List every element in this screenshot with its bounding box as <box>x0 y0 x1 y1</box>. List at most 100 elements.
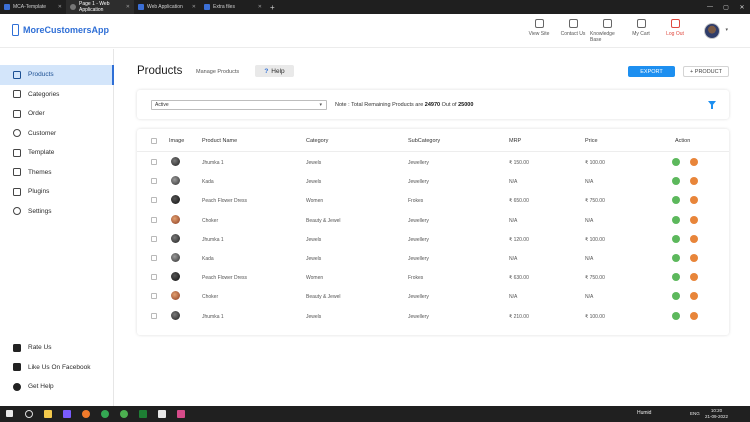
notepad-icon[interactable] <box>158 410 166 418</box>
close-icon[interactable]: ✕ <box>192 4 196 10</box>
row-checkbox[interactable] <box>151 216 157 223</box>
close-icon[interactable]: ✕ <box>58 4 62 10</box>
excel-icon[interactable] <box>139 410 147 418</box>
select-all-checkbox[interactable] <box>151 138 157 144</box>
avatar[interactable] <box>704 23 720 39</box>
view-icon[interactable] <box>672 158 680 166</box>
delete-icon[interactable] <box>690 292 698 301</box>
export-button[interactable]: EXPORT <box>628 66 675 77</box>
app-icon[interactable] <box>63 410 71 418</box>
table-row[interactable]: Jhumka 1 Jewels Jewellery ₹ 120.00 ₹ 100.00 <box>137 230 729 249</box>
delete-icon[interactable] <box>690 234 698 243</box>
close-icon[interactable]: ✕ <box>126 4 130 10</box>
browser-tab[interactable]: MCA-Template ✕ <box>0 0 66 14</box>
file-explorer-icon[interactable] <box>44 410 52 418</box>
row-checkbox[interactable] <box>151 197 157 204</box>
column-header: Image <box>169 138 185 144</box>
table-row[interactable]: Choker Beauty & Jewel Jewellery N/A N/A <box>137 287 729 306</box>
row-checkbox[interactable] <box>151 274 157 281</box>
sidebar-item-products[interactable]: Products <box>0 65 114 85</box>
sidebar-item-order[interactable]: Order <box>0 104 114 124</box>
browser-tab-bar: MCA-Template ✕ Page 1 - Web Application ✕ … <box>0 0 750 14</box>
sidebar-item-settings[interactable]: Settings <box>0 202 114 222</box>
help-button[interactable]: ? Help <box>255 65 294 77</box>
view-site-link[interactable]: View Site <box>522 19 556 43</box>
minimize-icon[interactable]: — <box>702 0 718 14</box>
view-icon[interactable] <box>672 196 680 205</box>
sidebar-item-facebook[interactable]: Like Us On Facebook <box>0 358 114 378</box>
figma-icon[interactable] <box>177 410 185 418</box>
app-logo[interactable]: MoreCustomersApp <box>12 24 109 36</box>
knowledge-base-link[interactable]: Knowledge Base <box>590 19 624 43</box>
add-product-button[interactable]: + PRODUCT <box>683 66 729 77</box>
row-checkbox[interactable] <box>151 159 157 165</box>
view-icon[interactable] <box>672 215 680 224</box>
browser-tab-active[interactable]: Page 1 - Web Application ✕ <box>66 0 134 14</box>
delete-icon[interactable] <box>690 177 698 186</box>
status-select[interactable]: Active ▾ <box>151 100 327 110</box>
table-row[interactable]: Choker Beauty & Jewel Jewellery N/A N/A <box>137 211 729 230</box>
close-icon[interactable]: ✕ <box>258 4 262 10</box>
row-checkbox[interactable] <box>151 255 157 261</box>
remaining-products-note: Note : Total Remaining Products are 2497… <box>335 102 473 108</box>
product-subcategory: Jewellery <box>408 160 429 166</box>
delete-icon[interactable] <box>690 311 698 320</box>
app-icon[interactable] <box>120 410 128 418</box>
product-category: Beauty & Jewel <box>306 294 341 301</box>
filter-icon[interactable] <box>708 101 716 109</box>
view-icon[interactable] <box>672 177 680 186</box>
taskbar-clock[interactable]: 10:20 21-09-2022 <box>705 408 728 420</box>
row-checkbox[interactable] <box>151 178 157 185</box>
delete-icon[interactable] <box>690 254 698 262</box>
product-price: ₹ 100.00 <box>585 160 605 166</box>
product-category: Jewels <box>306 236 322 243</box>
my-cart-link[interactable]: My Cart <box>624 19 658 43</box>
view-icon[interactable] <box>672 273 680 282</box>
maximize-icon[interactable]: ▢ <box>718 0 734 14</box>
filter-card: Active ▾ Note : Total Remaining Products… <box>137 90 729 119</box>
row-checkbox[interactable] <box>151 312 157 319</box>
delete-icon[interactable] <box>690 215 698 224</box>
sidebar-item-categories[interactable]: Categories <box>0 85 114 105</box>
sidebar-item-template[interactable]: Template <box>0 143 114 163</box>
column-header: Product Name <box>202 138 238 144</box>
search-icon[interactable] <box>25 410 33 418</box>
sidebar-item-get-help[interactable]: Get Help <box>0 377 114 397</box>
view-icon[interactable] <box>672 292 680 301</box>
new-tab-button[interactable]: + <box>266 3 275 12</box>
delete-icon[interactable] <box>690 158 698 166</box>
sidebar-item-plugins[interactable]: Plugins <box>0 182 114 202</box>
language-indicator[interactable]: ENG <box>690 411 700 416</box>
firefox-icon[interactable] <box>82 410 90 418</box>
view-icon[interactable] <box>672 234 680 243</box>
chevron-down-icon[interactable]: ▾ <box>725 27 728 33</box>
browser-tab[interactable]: Extra files ✕ <box>200 0 266 14</box>
page-subtitle: Manage Products <box>196 69 240 75</box>
row-checkbox[interactable] <box>151 235 157 242</box>
table-row[interactable]: Peach Flower Dress Women Frokes ₹ 650.00 ₹ 7… <box>137 191 729 210</box>
contact-us-link[interactable]: Contact Us <box>556 19 590 43</box>
close-window-icon[interactable]: ✕ <box>734 0 750 14</box>
delete-icon[interactable] <box>690 273 698 282</box>
browser-tab[interactable]: Web Application ✕ <box>134 0 200 14</box>
os-taskbar: Humid ENG 10:20 21-09-2022 <box>0 406 750 422</box>
sidebar-item-themes[interactable]: Themes <box>0 163 114 183</box>
view-icon[interactable] <box>672 254 680 262</box>
table-row[interactable]: Peach Flower Dress Women Frokes ₹ 630.00 ₹ 7… <box>137 268 729 287</box>
sidebar-item-customer[interactable]: Customer <box>0 124 114 144</box>
product-category: Women <box>306 275 324 282</box>
sidebar-item-rate-us[interactable]: Rate Us <box>0 338 114 358</box>
chrome-icon[interactable] <box>101 410 109 418</box>
view-icon[interactable] <box>672 311 680 320</box>
table-row[interactable]: Kada Jewels Jewellery N/A N/A <box>137 172 729 191</box>
table-row[interactable]: Kada Jewels Jewellery N/A N/A <box>137 249 729 268</box>
logout-link[interactable]: Log Out <box>658 19 692 43</box>
page-title: Products <box>137 65 183 77</box>
delete-icon[interactable] <box>690 196 698 205</box>
table-row[interactable]: Jhumka 1 Jewels Jewellery ₹ 210.00 ₹ 100.00 <box>137 307 729 326</box>
contact-icon <box>568 19 578 28</box>
table-row[interactable]: Jhumka 1 Jewels Jewellery ₹ 150.00 ₹ 100.00 <box>137 153 729 172</box>
weather-status[interactable]: Humid <box>637 410 651 416</box>
windows-start-icon[interactable] <box>6 410 13 417</box>
row-checkbox[interactable] <box>151 293 157 300</box>
